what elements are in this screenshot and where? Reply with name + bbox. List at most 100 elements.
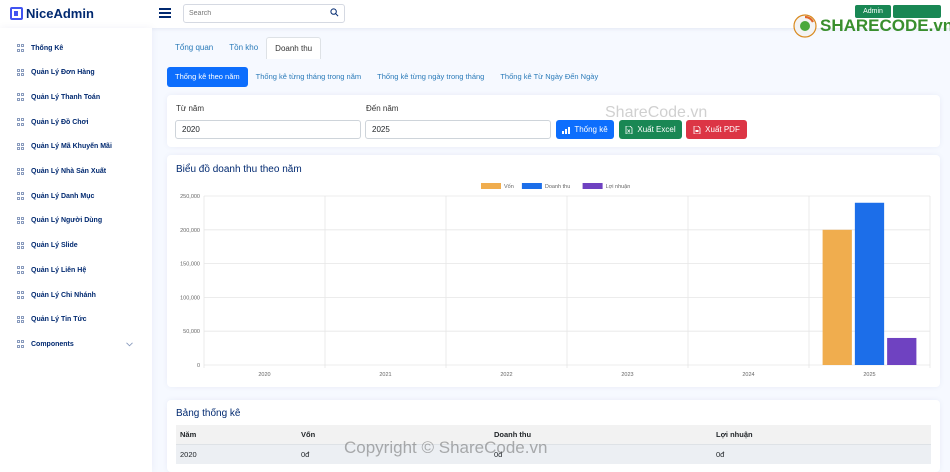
sharecode-logo: SHARECODE.vn [793, 14, 950, 38]
sidebar-item-label: Quản Lý Người Dùng [31, 217, 103, 225]
sidebar-item-label: Components [31, 340, 74, 348]
sidebar-item-label: Quản Lý Danh Mục [31, 192, 95, 200]
grid-icon [17, 167, 25, 176]
y-tick-label: 100,000 [180, 295, 200, 301]
sidebar-item[interactable]: Quản Lý Người Dùng [17, 216, 103, 225]
sidebar-item[interactable]: Quản Lý Đồ Chơi [17, 118, 88, 126]
column-header: Doanh thu [490, 425, 712, 445]
sidebar-item-label: Quản Lý Tin Tức [31, 316, 87, 324]
to-year-input[interactable] [365, 120, 551, 139]
legend-swatch [481, 183, 501, 189]
report-type-pills: Thống kê theo năm Thống kê từng tháng tro… [167, 67, 606, 87]
revenue-bar-chart: 0 50,000 100,000 150,000 200,000 250,000 2020 2… [180, 183, 931, 378]
stats-button-label: Thống kê [574, 125, 608, 134]
grid-icon [17, 93, 25, 101]
legend-label: Vốn [504, 184, 514, 190]
y-tick-label: 50,000 [183, 329, 200, 335]
from-year-label: Từ năm [176, 104, 205, 113]
logo-text: NiceAdmin [26, 6, 94, 21]
x-tick-label: 2024 [742, 372, 754, 378]
y-tick-label: 0 [197, 363, 200, 369]
sidebar-item[interactable]: Quản Lý Slide [17, 241, 78, 250]
report-pill[interactable]: Thống kê từng tháng trong năm [248, 67, 370, 87]
sidebar-item-label: Quản Lý Slide [31, 242, 78, 250]
sidebar: Thống Kê Quản Lý Đơn Hàng Quản Lý Thanh To… [0, 28, 152, 472]
sidebar-item[interactable]: Quản Lý Đơn Hàng [17, 68, 95, 77]
grid-icon [17, 315, 25, 324]
legend-label: Lợi nhuận [606, 184, 631, 190]
y-tick-label: 150,000 [180, 262, 200, 268]
sidebar-item[interactable]: Quản Lý Mã Khuyến Mãi [17, 142, 112, 151]
sidebar-item-label: Quản Lý Đồ Chơi [31, 118, 89, 126]
table-title: Bảng thống kê [176, 408, 241, 419]
grid-icon [17, 68, 25, 77]
sharecode-logo-icon [793, 14, 817, 38]
grid-icon [17, 44, 25, 52]
sidebar-item[interactable]: Components [17, 340, 74, 348]
sidebar-item-label: Quản Lý Liên Hệ [31, 266, 87, 274]
sidebar-item[interactable]: Quản Lý Danh Mục [17, 192, 94, 200]
report-pill[interactable]: Thống kê từng ngày trong tháng [369, 67, 492, 87]
search-bar [183, 4, 345, 23]
y-tick-label: 200,000 [180, 228, 200, 234]
tab[interactable]: Tồn kho [221, 37, 266, 59]
export-excel-label: Xuất Excel [637, 125, 676, 134]
tab[interactable]: Doanh thu [266, 37, 322, 59]
sidebar-item-label: Thống Kê [31, 44, 64, 52]
table-header-row: Năm Vốn Doanh thu Lợi nhuận [176, 425, 931, 445]
report-pill[interactable]: Thống kê Từ Ngày Đến Ngày [492, 67, 606, 87]
column-header: Năm [176, 425, 297, 445]
chevron-down-icon[interactable] [126, 342, 133, 347]
export-pdf-label: Xuất PDF [705, 125, 740, 134]
filter-card: Từ năm Đến năm Thống kê Xuất Excel Xuất … [167, 95, 940, 147]
y-tick-label: 250,000 [180, 194, 200, 200]
search-icon[interactable] [330, 8, 339, 17]
bar-chart-icon [562, 126, 571, 134]
x-tick-label: 2020 [258, 372, 270, 378]
bar-doanh-thu [854, 202, 885, 365]
grid-icon [17, 118, 25, 126]
table-cell: 2020 [176, 444, 297, 464]
sidebar-item[interactable]: Thống Kê [17, 44, 63, 52]
x-tick-label: 2021 [379, 372, 391, 378]
logo-icon [10, 7, 23, 20]
table-cell: 0đ [297, 444, 490, 464]
legend-swatch [521, 183, 542, 189]
sidebar-item[interactable]: Quản Lý Liên Hệ [17, 266, 86, 274]
main-tabs: Tổng quan Tồn kho Doanh thu [167, 37, 322, 59]
x-tick-label: 2025 [863, 372, 875, 378]
bar-vốn [822, 229, 852, 365]
grid-icon [17, 266, 25, 274]
export-pdf-button[interactable]: Xuất PDF [686, 120, 747, 139]
legend-label: Doanh thu [545, 184, 570, 190]
to-year-label: Đến năm [366, 104, 399, 113]
sidebar-item[interactable]: Quản Lý Chi Nhánh [17, 291, 96, 299]
grid-icon [17, 216, 25, 225]
app-logo[interactable]: NiceAdmin [10, 6, 94, 21]
report-pill[interactable]: Thống kê theo năm [167, 67, 248, 87]
stats-table-card: Bảng thống kê Năm Vốn Doanh thu Lợi nhuận 2… [167, 400, 940, 472]
sidebar-item-label: Quản Lý Nhà Sản Xuất [31, 168, 107, 175]
menu-toggle-icon[interactable] [159, 8, 171, 18]
stats-table: Năm Vốn Doanh thu Lợi nhuận 2020 0đ 0đ 0đ [176, 425, 931, 464]
from-year-input[interactable] [175, 120, 361, 139]
sidebar-item-label: Quản Lý Chi Nhánh [31, 291, 96, 299]
sidebar-item[interactable]: Quản Lý Tin Tức [17, 315, 87, 324]
stats-button[interactable]: Thống kê [556, 120, 614, 139]
table-cell: 0đ [490, 444, 712, 464]
bar-lợi-nhuận [887, 337, 917, 365]
sidebar-item[interactable]: Quản Lý Nhà Sản Xuất [17, 167, 107, 176]
search-input[interactable] [184, 5, 324, 22]
x-tick-label: 2022 [500, 372, 512, 378]
table-row: 2020 0đ 0đ 0đ [176, 444, 931, 464]
file-excel-icon [625, 125, 633, 134]
sidebar-item[interactable]: Quản Lý Thanh Toán [17, 93, 100, 101]
grid-icon [17, 291, 25, 299]
sharecode-logo-text: SHARECODE.vn [820, 16, 950, 35]
export-excel-button[interactable]: Xuất Excel [619, 120, 682, 139]
tab[interactable]: Tổng quan [167, 37, 221, 59]
sidebar-item-label: Quản Lý Đơn Hàng [31, 69, 95, 77]
grid-icon [17, 340, 25, 348]
grid-icon [17, 241, 25, 250]
table-cell: 0đ [712, 444, 931, 464]
